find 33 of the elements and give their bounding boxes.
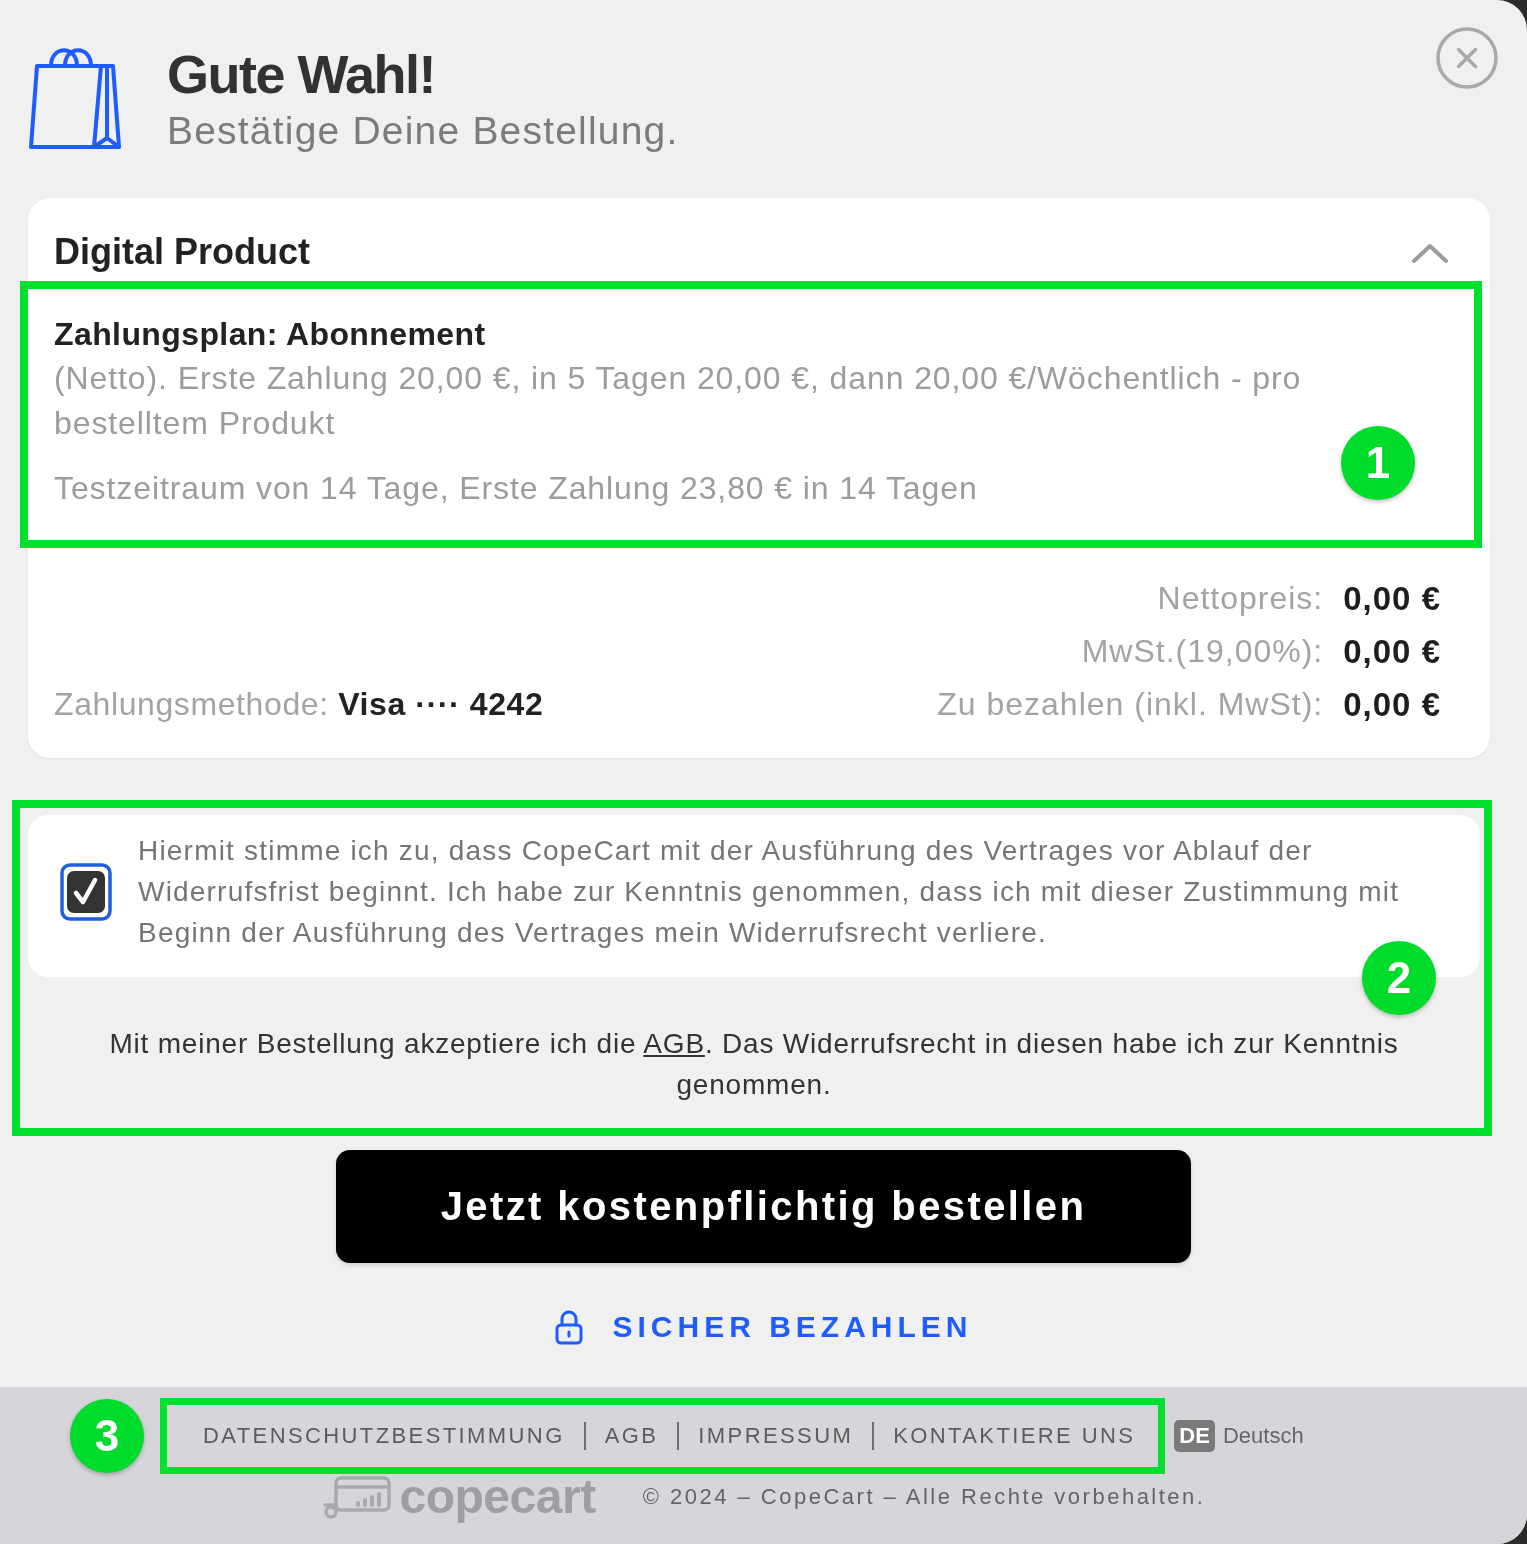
callout-number: 3 bbox=[70, 1399, 144, 1473]
close-icon[interactable] bbox=[1436, 27, 1498, 89]
total-label: MwSt.(19,00%): bbox=[1081, 633, 1324, 670]
product-name: Digital Product bbox=[54, 230, 310, 274]
checkbox[interactable] bbox=[60, 862, 112, 921]
total-amount: 0,00 € bbox=[1343, 579, 1441, 618]
order-button[interactable]: Jetzt kostenpflichtig bestellen bbox=[336, 1150, 1191, 1263]
plan-title: Zahlungsplan: Abonnement bbox=[54, 315, 487, 354]
language-code: DE bbox=[1174, 1420, 1215, 1452]
copyright-text: © 2024 – CopeCart – Alle Rechte vorbehalten. bbox=[642, 1484, 1206, 1510]
terms-text: Mit meiner Bestellung akzeptiere ich die AGB. Das Widerrufsrecht in diesen habe ich zur Kenntnis genommen. bbox=[108, 1027, 1400, 1102]
payment-method: Zahlungsmethode: Visa ···· 4242 bbox=[54, 685, 544, 724]
total-amount: 0,00 € bbox=[1343, 685, 1441, 724]
total-label: Nettopreis: bbox=[1157, 580, 1324, 617]
footer-link[interactable]: AGB bbox=[604, 1423, 659, 1449]
callout-number: 2 bbox=[1362, 941, 1436, 1015]
footer-link[interactable]: IMPRESSUM bbox=[698, 1423, 854, 1449]
footer-link[interactable]: DATENSCHUTZBESTIMMUNG bbox=[203, 1423, 565, 1449]
lock-icon bbox=[554, 1309, 585, 1345]
dialog-subtitle: Bestätige Deine Bestellung. bbox=[167, 108, 679, 154]
total-amount: 0,00 € bbox=[1343, 632, 1441, 671]
chevron-icon[interactable] bbox=[1411, 242, 1449, 264]
logo-wordmark: copecart bbox=[399, 1473, 596, 1521]
total-label: Zu bezahlen (inkl. MwSt): bbox=[937, 686, 1324, 723]
secure-payment-label: SICHER BEZAHLEN bbox=[612, 1309, 973, 1345]
callout-number: 1 bbox=[1341, 426, 1415, 500]
language-link[interactable]: Deutsch bbox=[1222, 1423, 1304, 1449]
trial-info: Testzeitraum von 14 Tage, Erste Zahlung 23,80 € in 14 Tagen bbox=[54, 469, 979, 508]
logo-icon bbox=[321, 1475, 392, 1519]
terms-link[interactable]: AGB bbox=[643, 1028, 705, 1059]
footer-link[interactable]: KONTAKTIERE UNS bbox=[893, 1423, 1136, 1449]
plan-description: (Netto). Erste Zahlung 20,00 €, in 5 Tagen 20,00 €, dann 20,00 €/Wöchentlich - pro bestelltem Produkt bbox=[54, 359, 1303, 443]
dialog-title: Gute Wahl! bbox=[167, 44, 436, 104]
